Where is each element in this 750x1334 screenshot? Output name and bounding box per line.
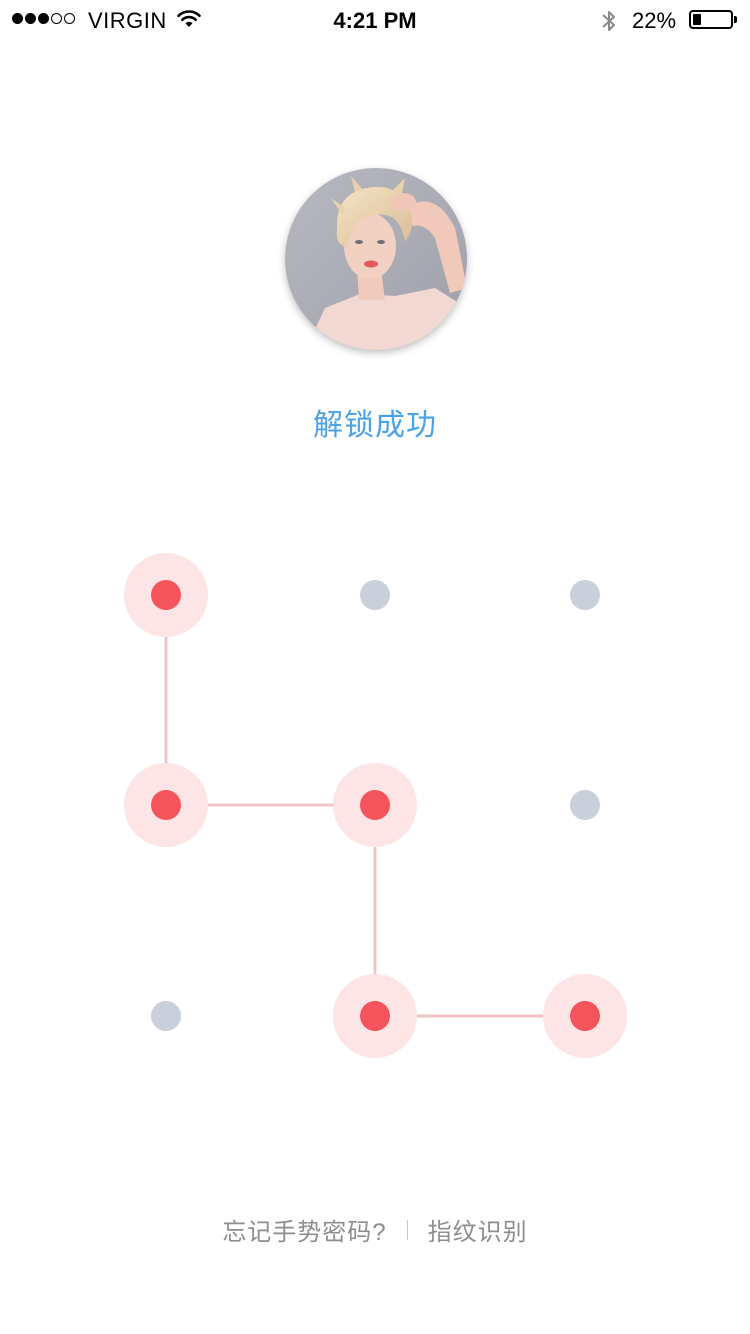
bottom-links: 忘记手势密码? 指纹识别 [0, 1212, 750, 1247]
pattern-node-8-selected[interactable] [333, 974, 417, 1058]
pattern-node-4-selected[interactable] [124, 763, 208, 847]
pattern-node-6[interactable] [570, 790, 600, 820]
fingerprint-unlock-link[interactable]: 指纹识别 [428, 1212, 528, 1247]
pattern-node-dot [570, 1001, 600, 1031]
gesture-pattern-pad[interactable] [0, 0, 750, 1334]
pattern-node-dot [360, 1001, 390, 1031]
pattern-node-1-selected[interactable] [124, 553, 208, 637]
pattern-node-dot [151, 790, 181, 820]
pattern-node-9-selected[interactable] [543, 974, 627, 1058]
pattern-node-dot [360, 790, 390, 820]
link-divider [406, 1219, 408, 1240]
pattern-path [164, 595, 585, 1018]
pattern-node-3[interactable] [570, 580, 600, 610]
pattern-node-5-selected[interactable] [333, 763, 417, 847]
pattern-node-7[interactable] [151, 1001, 181, 1031]
forgot-gesture-password-link[interactable]: 忘记手势密码? [222, 1212, 386, 1247]
pattern-node-2[interactable] [360, 580, 390, 610]
pattern-node-dot [151, 580, 181, 610]
